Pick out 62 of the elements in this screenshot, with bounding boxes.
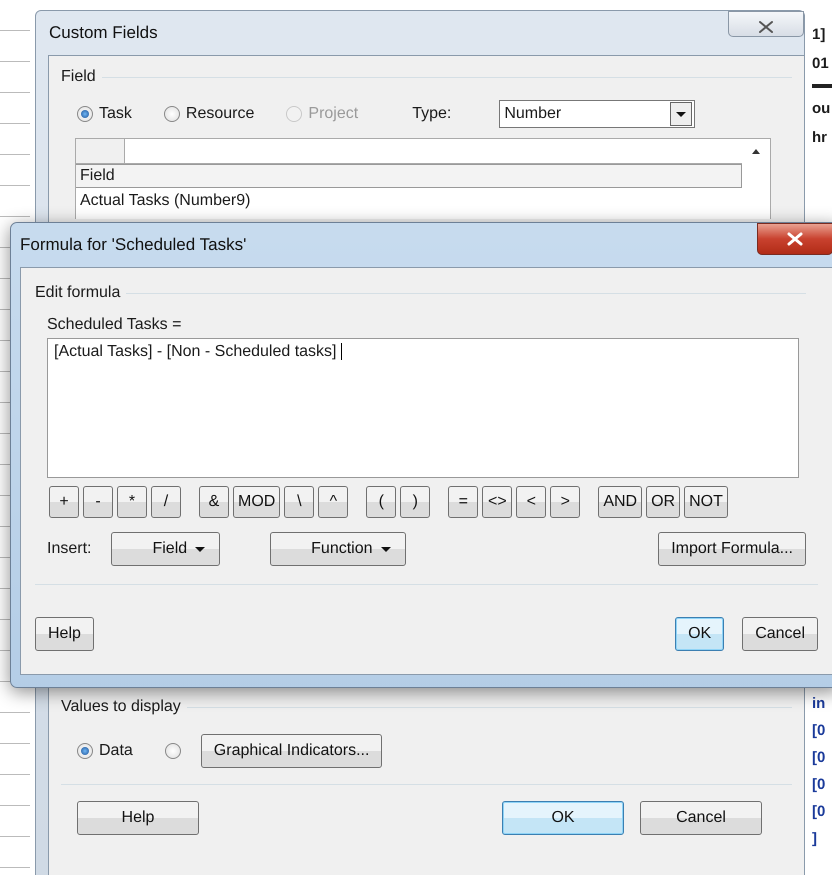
table-cell[interactable]: Actual Tasks (Number9) xyxy=(76,188,742,214)
operator-button[interactable]: ( xyxy=(366,486,396,518)
operator-button[interactable]: = xyxy=(448,486,478,518)
radio-button[interactable] xyxy=(164,106,180,122)
dialog-button[interactable]: Cancel xyxy=(640,801,762,835)
import-button[interactable]: Import Formula... xyxy=(658,532,806,566)
sheet-text: 01 xyxy=(812,55,830,72)
sheet-text: [0 xyxy=(812,749,826,766)
operator-button[interactable]: AND xyxy=(598,486,642,518)
dialog-button[interactable]: Cancel xyxy=(742,617,818,651)
type-dropdown[interactable]: Number xyxy=(499,100,696,128)
radio-button[interactable] xyxy=(77,106,93,122)
group-label: Values to display xyxy=(61,698,181,716)
sheet-text: ] xyxy=(812,830,818,847)
dialog-button[interactable]: Help xyxy=(35,617,94,651)
operator-button[interactable]: < xyxy=(516,486,546,518)
operator-button[interactable]: <> xyxy=(482,486,512,518)
radio-label[interactable]: Task xyxy=(99,105,132,123)
sheet-text: ou xyxy=(812,100,832,117)
dropdown-button[interactable]: Field xyxy=(111,532,220,566)
column-header: Field xyxy=(76,164,742,188)
radio-button[interactable] xyxy=(164,743,181,759)
insert-label: Insert: xyxy=(47,540,92,558)
operator-button[interactable]: / xyxy=(151,486,181,518)
divider-bar xyxy=(812,84,832,88)
graphical-indicators-button[interactable]: Graphical Indicators... xyxy=(200,734,382,768)
window-title: Custom Fields xyxy=(49,23,158,43)
operator-button[interactable]: OR xyxy=(646,486,680,518)
operator-button[interactable]: > xyxy=(550,486,580,518)
scroll-up-icon[interactable] xyxy=(750,147,762,155)
dialog-button[interactable]: Help xyxy=(77,801,199,835)
group-label: Edit formula xyxy=(35,284,120,302)
sheet-text: [0 xyxy=(812,803,826,820)
sheet-text: in xyxy=(812,695,826,712)
radio-label[interactable]: Resource xyxy=(186,105,254,123)
operator-button[interactable]: \ xyxy=(284,486,314,518)
radio-label[interactable]: Data xyxy=(99,742,133,760)
close-icon xyxy=(757,20,775,34)
operator-button[interactable]: + xyxy=(49,486,79,518)
type-label: Type: xyxy=(412,105,452,123)
close-button[interactable] xyxy=(757,223,832,255)
formula-input[interactable]: [Actual Tasks] - [Non - Scheduled tasks] xyxy=(47,338,799,478)
radio-button[interactable] xyxy=(77,743,93,759)
sheet-text: [0 xyxy=(812,722,826,739)
operator-button[interactable]: ^ xyxy=(318,486,348,518)
operator-button[interactable]: MOD xyxy=(233,486,280,518)
dropdown-button[interactable]: Function xyxy=(270,532,406,566)
operator-button[interactable]: NOT xyxy=(684,486,728,518)
group-label: Field xyxy=(61,68,96,86)
operator-button[interactable]: * xyxy=(117,486,147,518)
close-icon xyxy=(786,232,804,246)
operator-button[interactable]: & xyxy=(199,486,229,518)
operator-button[interactable]: - xyxy=(83,486,113,518)
sheet-text: 1] xyxy=(812,26,826,43)
window-title: Formula for 'Scheduled Tasks' xyxy=(20,235,246,255)
dialog-button[interactable]: OK xyxy=(675,617,724,651)
dialog-button[interactable]: OK xyxy=(502,801,624,835)
sheet-text: hr xyxy=(812,129,828,146)
close-button[interactable] xyxy=(728,11,804,37)
field-label: Scheduled Tasks = xyxy=(47,316,182,334)
sheet-text: [0 xyxy=(812,776,826,793)
operator-button[interactable]: ) xyxy=(400,486,430,518)
